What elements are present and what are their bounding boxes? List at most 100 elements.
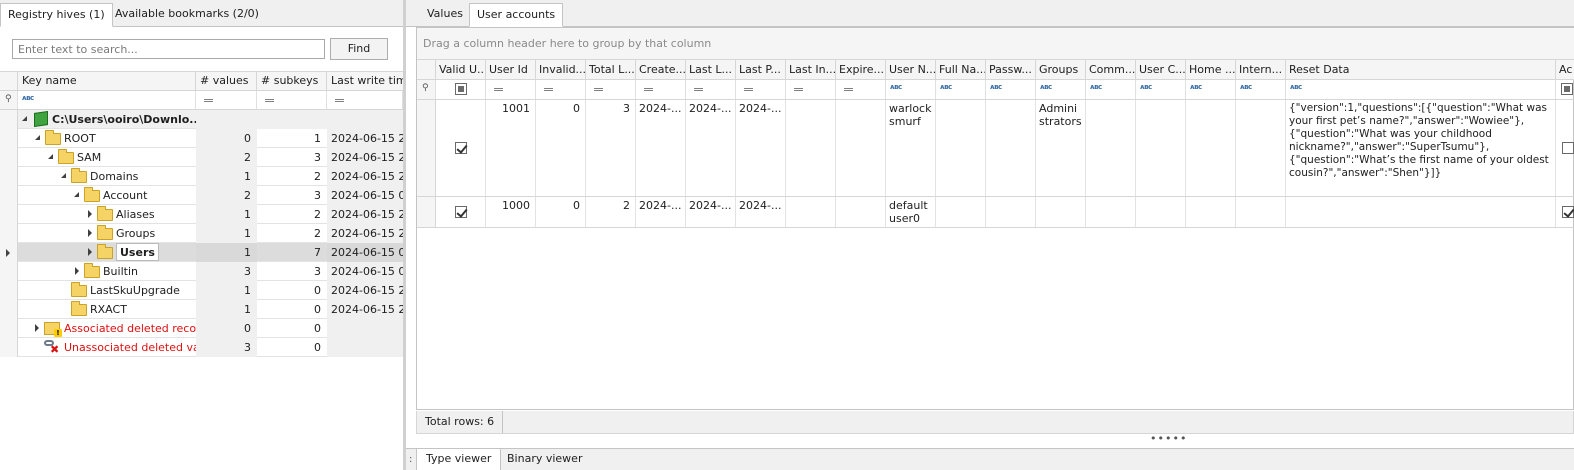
account-row[interactable]: 1000 0 2 2024-... 2024-... 2024-... defa… — [417, 197, 1574, 228]
filter-groups[interactable]: ᴀʙc — [1036, 80, 1086, 99]
checkbox-filter-icon[interactable] — [455, 83, 467, 95]
header-expires[interactable]: Expire... — [836, 60, 886, 80]
expand-icon[interactable] — [88, 229, 92, 237]
values-count: 0 — [196, 319, 257, 338]
header-invalid-logins[interactable]: Invalid... — [536, 60, 586, 80]
filter-user-id[interactable] — [486, 80, 536, 99]
filter-password-hint[interactable]: ᴀʙc — [986, 80, 1036, 99]
filter-values[interactable] — [196, 91, 257, 109]
header-last-incorrect-password[interactable]: Last In... — [786, 60, 836, 80]
filter-total-logins[interactable] — [586, 80, 636, 99]
tree-row-domains[interactable]: Domains 1 2 2024-06-15 20 — [0, 167, 403, 186]
header-full-name[interactable]: Full Na... — [936, 60, 986, 80]
header-groups[interactable]: Groups — [1036, 60, 1086, 80]
filter-last-login[interactable] — [686, 80, 736, 99]
filter-user-name[interactable]: ᴀʙc — [886, 80, 936, 99]
header-user-name[interactable]: User N... — [886, 60, 936, 80]
header-last-login[interactable]: Last L... — [686, 60, 736, 80]
tree-row-groups[interactable]: Groups 1 2 2024-06-15 20 — [0, 224, 403, 243]
user-name-cell: defaultuser0 — [886, 197, 936, 227]
header-comment[interactable]: Comm... — [1086, 60, 1136, 80]
header-last-write[interactable]: Last write times — [327, 72, 403, 91]
tree-row-aliases[interactable]: Aliases 1 2 2024-06-15 20 — [0, 205, 403, 224]
header-values-count[interactable]: # values — [196, 72, 257, 91]
tree-row-sam[interactable]: SAM 2 3 2024-06-15 20 — [0, 148, 403, 167]
tree-row-unassociated-deleted[interactable]: ✖ Unassociated deleted va... 3 0 — [0, 338, 403, 357]
expand-icon[interactable] — [61, 173, 66, 178]
expand-icon[interactable] — [22, 116, 27, 121]
expand-icon[interactable] — [88, 248, 92, 256]
filter-key-name[interactable]: ᴀʙc — [18, 91, 196, 109]
filter-expires[interactable] — [836, 80, 886, 99]
group-by-panel[interactable]: Drag a column header here to group by th… — [417, 28, 1574, 60]
filter-home-directory[interactable]: ᴀʙc — [1186, 80, 1236, 99]
account-row[interactable]: 1001 0 3 2024-... 2024-... 2024-... warl… — [417, 100, 1574, 197]
filter-created[interactable] — [636, 80, 686, 99]
expand-icon[interactable] — [75, 267, 79, 275]
filter-subkeys[interactable] — [257, 91, 327, 109]
equals-filter-icon — [265, 99, 274, 102]
tab-user-accounts[interactable]: User accounts — [469, 3, 564, 27]
filter-reset-data[interactable]: ᴀʙc — [1286, 80, 1556, 99]
header-valid-user[interactable]: Valid U... — [436, 60, 486, 80]
tree-row-builtin[interactable]: Builtin 3 3 2024-06-15 06 — [0, 262, 403, 281]
filter-last-password-change[interactable] — [736, 80, 786, 99]
tab-registry-hives[interactable]: Registry hives (1) — [0, 3, 113, 27]
equals-filter-icon — [494, 88, 503, 91]
header-user-comment[interactable]: User C... — [1136, 60, 1186, 80]
horizontal-splitter-grip[interactable]: ••••• — [1150, 432, 1187, 445]
header-key-name[interactable]: Key name — [18, 72, 196, 91]
tab-binary-viewer[interactable]: Binary viewer — [498, 449, 591, 470]
tab-values[interactable]: Values — [420, 3, 470, 27]
tree-row-associated-deleted[interactable]: Associated deleted recor... 0 0 — [0, 319, 403, 338]
filter-last-write[interactable] — [327, 91, 403, 109]
filter-last-incorrect-password[interactable] — [786, 80, 836, 99]
header-last-password-change[interactable]: Last P... — [736, 60, 786, 80]
tree-row-users[interactable]: Users 1 7 2024-06-15 06 — [0, 243, 403, 262]
header-created[interactable]: Create... — [636, 60, 686, 80]
find-button[interactable]: Find — [330, 38, 388, 60]
header-account-flags[interactable]: Ac — [1556, 60, 1574, 80]
filter-valid-user[interactable] — [436, 80, 486, 99]
key-name: Groups — [116, 227, 156, 240]
filter-account-flags[interactable] — [1556, 80, 1574, 99]
search-input[interactable] — [12, 39, 325, 59]
header-password-hint[interactable]: Passw... — [986, 60, 1036, 80]
tree-row-lastskuupgrade[interactable]: LastSkuUpgrade 1 0 2024-06-15 20 — [0, 281, 403, 300]
last-password-change-cell: 2024-... — [736, 197, 786, 227]
filter-internet-name[interactable]: ᴀʙc — [1236, 80, 1286, 99]
filter-user-comment[interactable]: ᴀʙc — [1136, 80, 1186, 99]
expand-icon[interactable] — [35, 135, 40, 140]
filter-pin-icon[interactable]: ⚲ — [0, 91, 18, 109]
tab-available-bookmarks[interactable]: Available bookmarks (2/0) — [108, 3, 266, 27]
expand-icon[interactable] — [88, 210, 92, 218]
expand-icon[interactable] — [48, 154, 53, 159]
expand-icon[interactable] — [74, 192, 79, 197]
valid-user-checkbox[interactable] — [455, 206, 467, 218]
account-flags-checkbox[interactable] — [1562, 206, 1574, 218]
text-filter-icon: ᴀʙc — [990, 83, 1002, 91]
valid-user-checkbox[interactable] — [455, 142, 467, 154]
expand-icon[interactable] — [35, 324, 39, 332]
filter-full-name[interactable]: ᴀʙc — [936, 80, 986, 99]
tree-row-root[interactable]: ROOT 0 1 2024-06-15 20 — [0, 129, 403, 148]
tree-row-rxact[interactable]: RXACT 1 0 2024-06-15 20 — [0, 300, 403, 319]
tree-row-account[interactable]: Account 2 3 2024-06-15 06 — [0, 186, 403, 205]
account-flags-cell — [1556, 100, 1574, 196]
tree-row-hive[interactable]: C:\Users\ooiro\Downlo... — [0, 110, 403, 129]
vertical-splitter[interactable] — [403, 0, 406, 470]
header-user-id[interactable]: User Id — [486, 60, 536, 80]
filter-invalid-logins[interactable] — [536, 80, 586, 99]
account-flags-checkbox[interactable] — [1562, 142, 1574, 154]
tab-type-viewer[interactable]: Type viewer — [416, 449, 502, 470]
filter-pin-icon[interactable]: ⚲ — [417, 80, 436, 99]
header-total-logins[interactable]: Total L... — [586, 60, 636, 80]
header-home-directory[interactable]: Home ... — [1186, 60, 1236, 80]
filter-comment[interactable]: ᴀʙc — [1086, 80, 1136, 99]
header-subkeys-count[interactable]: # subkeys — [257, 72, 327, 91]
header-reset-data[interactable]: Reset Data — [1286, 60, 1556, 80]
header-internet-name[interactable]: Intern... — [1236, 60, 1286, 80]
checkbox-filter-icon[interactable] — [1561, 83, 1573, 95]
folder-icon — [97, 206, 113, 221]
equals-filter-icon — [694, 88, 703, 91]
